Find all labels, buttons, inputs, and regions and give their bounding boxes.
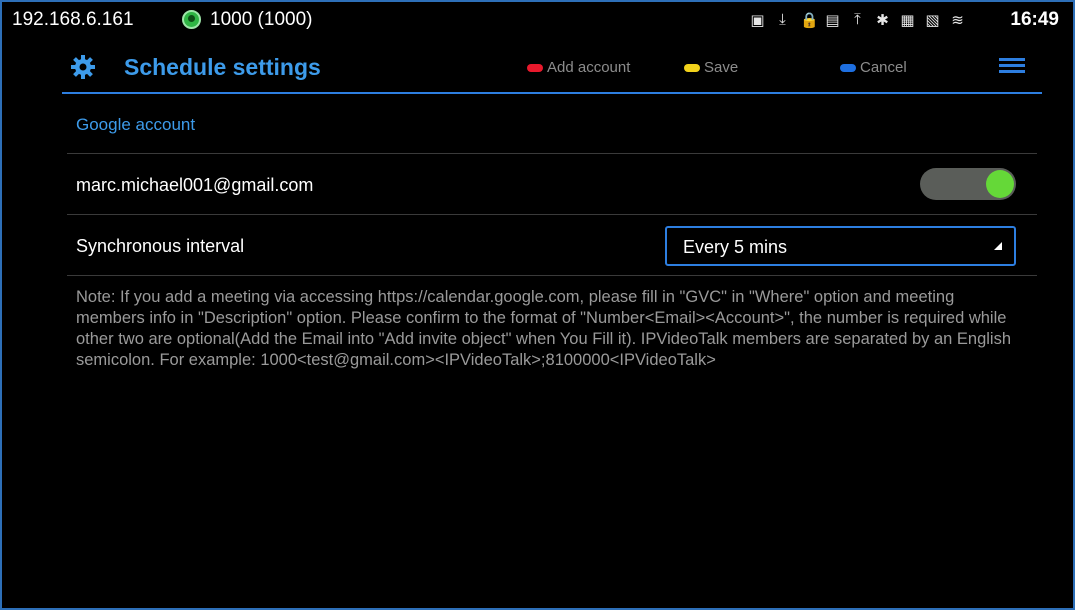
gear-icon [71,55,95,79]
sync-interval-value: Every 5 mins [683,237,788,257]
red-key-icon [527,63,543,72]
cancel-label: Cancel [860,59,907,76]
divider [67,275,1037,276]
screen-icon: ▣ [750,12,765,29]
account-toggle[interactable] [920,168,1016,200]
add-account-label: Add account [547,59,631,76]
status-icons: ▣ ⤓ 🔒 ▤ ⤒ ✱ ▦ ▧ ≋ [750,11,965,29]
bluetooth-icon: ✱ [876,12,889,29]
screen: 192.168.6.161 1000 (1000) ▣ ⤓ 🔒 ▤ ⤒ ✱ ▦ … [0,0,1075,610]
lock-icon: 🔒 [800,12,819,29]
sync-interval-select[interactable]: Every 5 mins [665,226,1016,266]
clock: 16:49 [1010,9,1059,30]
divider [67,153,1037,154]
page-header: Schedule settings Add account Save Cance… [62,42,1042,94]
dropdown-arrow-icon [994,242,1002,250]
note-text: Note: If you add a meeting via accessing… [76,288,1012,369]
connection-icon: ▧ [925,12,940,29]
account-status-icon [182,10,201,29]
sim-icon: ▦ [900,12,915,29]
page-title: Schedule settings [124,54,321,80]
header-divider [62,92,1042,94]
cancel-button[interactable]: Cancel [840,59,907,76]
divider [67,214,1037,215]
network-icon: ▤ [825,12,840,29]
toggle-knob [986,170,1014,198]
status-bar: 192.168.6.161 1000 (1000) ▣ ⤓ 🔒 ▤ ⤒ ✱ ▦ … [2,2,1073,36]
menu-icon[interactable] [999,58,1025,76]
wifi-icon: ≋ [951,12,964,29]
account-email: marc.michael001@gmail.com [76,175,314,195]
ip-address: 192.168.6.161 [12,9,134,30]
section-title-google-account: Google account [76,115,196,134]
sync-interval-label: Synchronous interval [76,236,245,256]
yellow-key-icon [684,63,700,72]
save-label: Save [704,59,739,76]
save-button[interactable]: Save [684,59,738,76]
account-label: 1000 (1000) [210,9,313,30]
download-icon: ⤓ [779,11,786,28]
upload-icon: ⤒ [854,11,861,28]
blue-key-icon [840,63,856,72]
add-account-button[interactable]: Add account [527,59,630,76]
